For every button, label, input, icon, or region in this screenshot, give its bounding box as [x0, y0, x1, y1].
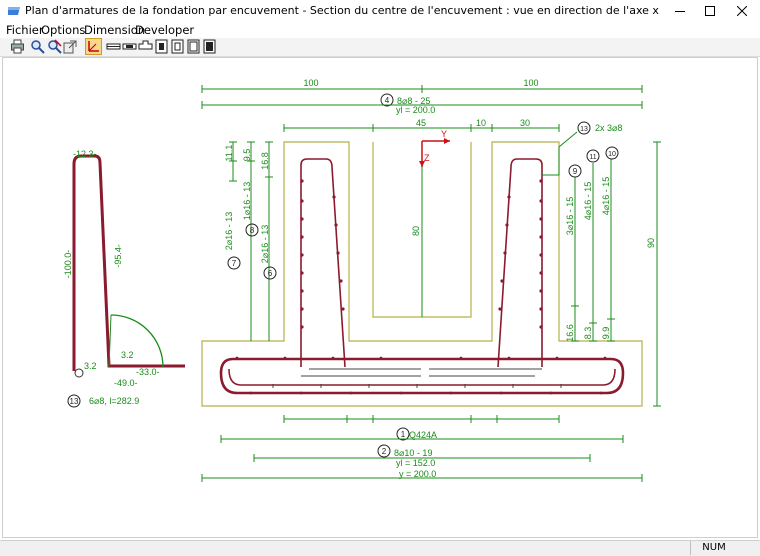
detail-hook-arc: [110, 314, 164, 368]
detail-label-top: -12.3-: [73, 149, 97, 159]
mark13-text: 2x 3⌀8: [595, 123, 622, 133]
mark7-text: 2⌀16 - 13: [224, 212, 234, 250]
rebar-right-column: [497, 158, 543, 368]
menu-developer[interactable]: Developer: [135, 23, 194, 37]
y-bottom: y = 200.0: [399, 469, 436, 479]
dim-10: 10: [476, 118, 486, 128]
view-7-icon[interactable]: [202, 39, 217, 54]
mark9-num: 9: [573, 167, 578, 176]
axis-y-label: Y: [441, 129, 447, 139]
mark10-num: 10: [608, 151, 616, 158]
zoom-reset-icon[interactable]: [47, 39, 62, 54]
view-6-icon[interactable]: [186, 39, 201, 54]
dim-9-9: 9.9: [601, 327, 611, 340]
detail-bend-circle: [74, 368, 84, 378]
close-icon: [737, 6, 747, 16]
right-dimensions: 9 11 10 3⌀16 - 15 4⌀16 - 15 4⌀16 - 15 16…: [565, 141, 661, 407]
menu-bar: Fichier Options Dimension Developer: [0, 22, 760, 38]
mark13-num: 13: [580, 126, 588, 133]
mark1-num: 1: [401, 430, 406, 439]
mark11-text: 4⌀16 - 15: [583, 182, 593, 220]
mark8-text: 1⌀16 - 13: [242, 182, 252, 220]
detail-label-foot: -33.0-: [136, 367, 160, 377]
mark4-num: 4: [385, 96, 390, 105]
dim-11-1: 11.1: [224, 145, 234, 162]
close-button[interactable]: [726, 0, 758, 22]
dim-16-8: 16.8: [260, 152, 270, 170]
dim-top-right: 100: [523, 78, 538, 88]
window-title: Plan d'armatures de la fondation par enc…: [25, 4, 659, 17]
bottom-dimensions: 1 Q424A 2 8⌀10 - 19 yl = 152.0 y = 200.0: [201, 415, 643, 482]
view-1-icon[interactable]: [106, 39, 121, 54]
axis-z-label: Z: [424, 153, 430, 163]
detail-bar-shape: [72, 154, 185, 371]
dim-80: 80: [411, 226, 421, 236]
mark10-text: 4⌀16 - 15: [601, 177, 611, 215]
top-dimensions: 100 100 4 8⌀8 - 25 yl = 200.0 45 10 30 1…: [201, 78, 643, 135]
rebar-base-inner: [228, 368, 616, 386]
drawing-canvas[interactable]: -12.3- -100.0- -95.4- 3.2 3.2 -33.0- -49…: [2, 57, 758, 538]
view-3-icon[interactable]: [138, 39, 153, 54]
yl-bottom: yl = 152.0: [396, 458, 435, 468]
left-dimensions: 11.1 9.5 16.8 2⌀16 - 13 1⌀16 - 13 2⌀16 -…: [224, 141, 277, 341]
rebar-left-column: [300, 158, 346, 368]
view-4-icon[interactable]: [154, 39, 169, 54]
detail-label-left: -100.0-: [63, 250, 73, 279]
dim-90: 90: [646, 238, 656, 248]
detail-label-r1: 3.2: [121, 350, 134, 360]
menu-fichier[interactable]: Fichier: [6, 23, 44, 37]
axes: Y Z 80: [411, 129, 450, 317]
detail-mark-text: 6⌀8, l=282.9: [89, 396, 139, 406]
mark11-num: 11: [589, 154, 596, 161]
view-5-icon[interactable]: [170, 39, 185, 54]
dim-9-5: 9.5: [242, 149, 252, 162]
axes-icon[interactable]: [85, 38, 102, 55]
mark9-text: 3⌀16 - 15: [565, 197, 575, 235]
view-2-icon[interactable]: [122, 39, 137, 54]
maximize-button[interactable]: [694, 0, 726, 22]
mark6-num: 6: [268, 269, 273, 278]
mark2-text: 8⌀10 - 19: [394, 448, 432, 458]
app-icon: [8, 7, 20, 15]
dim-8-3: 8.3: [583, 327, 593, 340]
mark6-text: 2⌀16 - 13: [260, 225, 270, 263]
minimize-icon: [675, 11, 685, 12]
mark8-num: 8: [250, 226, 255, 235]
reinforcement-drawing: -12.3- -100.0- -95.4- 3.2 3.2 -33.0- -49…: [63, 78, 661, 482]
maximize-icon: [705, 6, 715, 16]
rebar-base-outer: [219, 357, 625, 395]
detail-label-slope: -95.4-: [113, 244, 124, 268]
dim-45: 45: [416, 118, 426, 128]
print-icon[interactable]: [10, 39, 25, 54]
mark13-leader: [542, 131, 578, 176]
export-icon[interactable]: [63, 39, 78, 54]
title-bar: Plan d'armatures de la fondation par enc…: [0, 0, 760, 23]
mark2-num: 2: [382, 447, 387, 456]
menu-options[interactable]: Options: [41, 23, 85, 37]
detail-mark-num: 13: [70, 397, 79, 406]
status-bar: NUM: [0, 540, 760, 556]
minimize-button[interactable]: [664, 0, 696, 22]
detail-label-r2: 3.2: [84, 361, 97, 371]
dim-top-left: 100: [303, 78, 318, 88]
bar-detail: -12.3- -100.0- -95.4- 3.2 3.2 -33.0- -49…: [63, 149, 185, 408]
yl-top: yl = 200.0: [396, 105, 435, 115]
zoom-icon[interactable]: [30, 39, 45, 54]
detail-label-bottom: -49.0-: [114, 378, 138, 388]
dim-30: 30: [520, 118, 530, 128]
num-lock-indicator: NUM: [690, 541, 737, 555]
toolbar: [0, 38, 760, 57]
dim-16-6: 16.6: [565, 324, 575, 342]
mark7-num: 7: [232, 259, 237, 268]
